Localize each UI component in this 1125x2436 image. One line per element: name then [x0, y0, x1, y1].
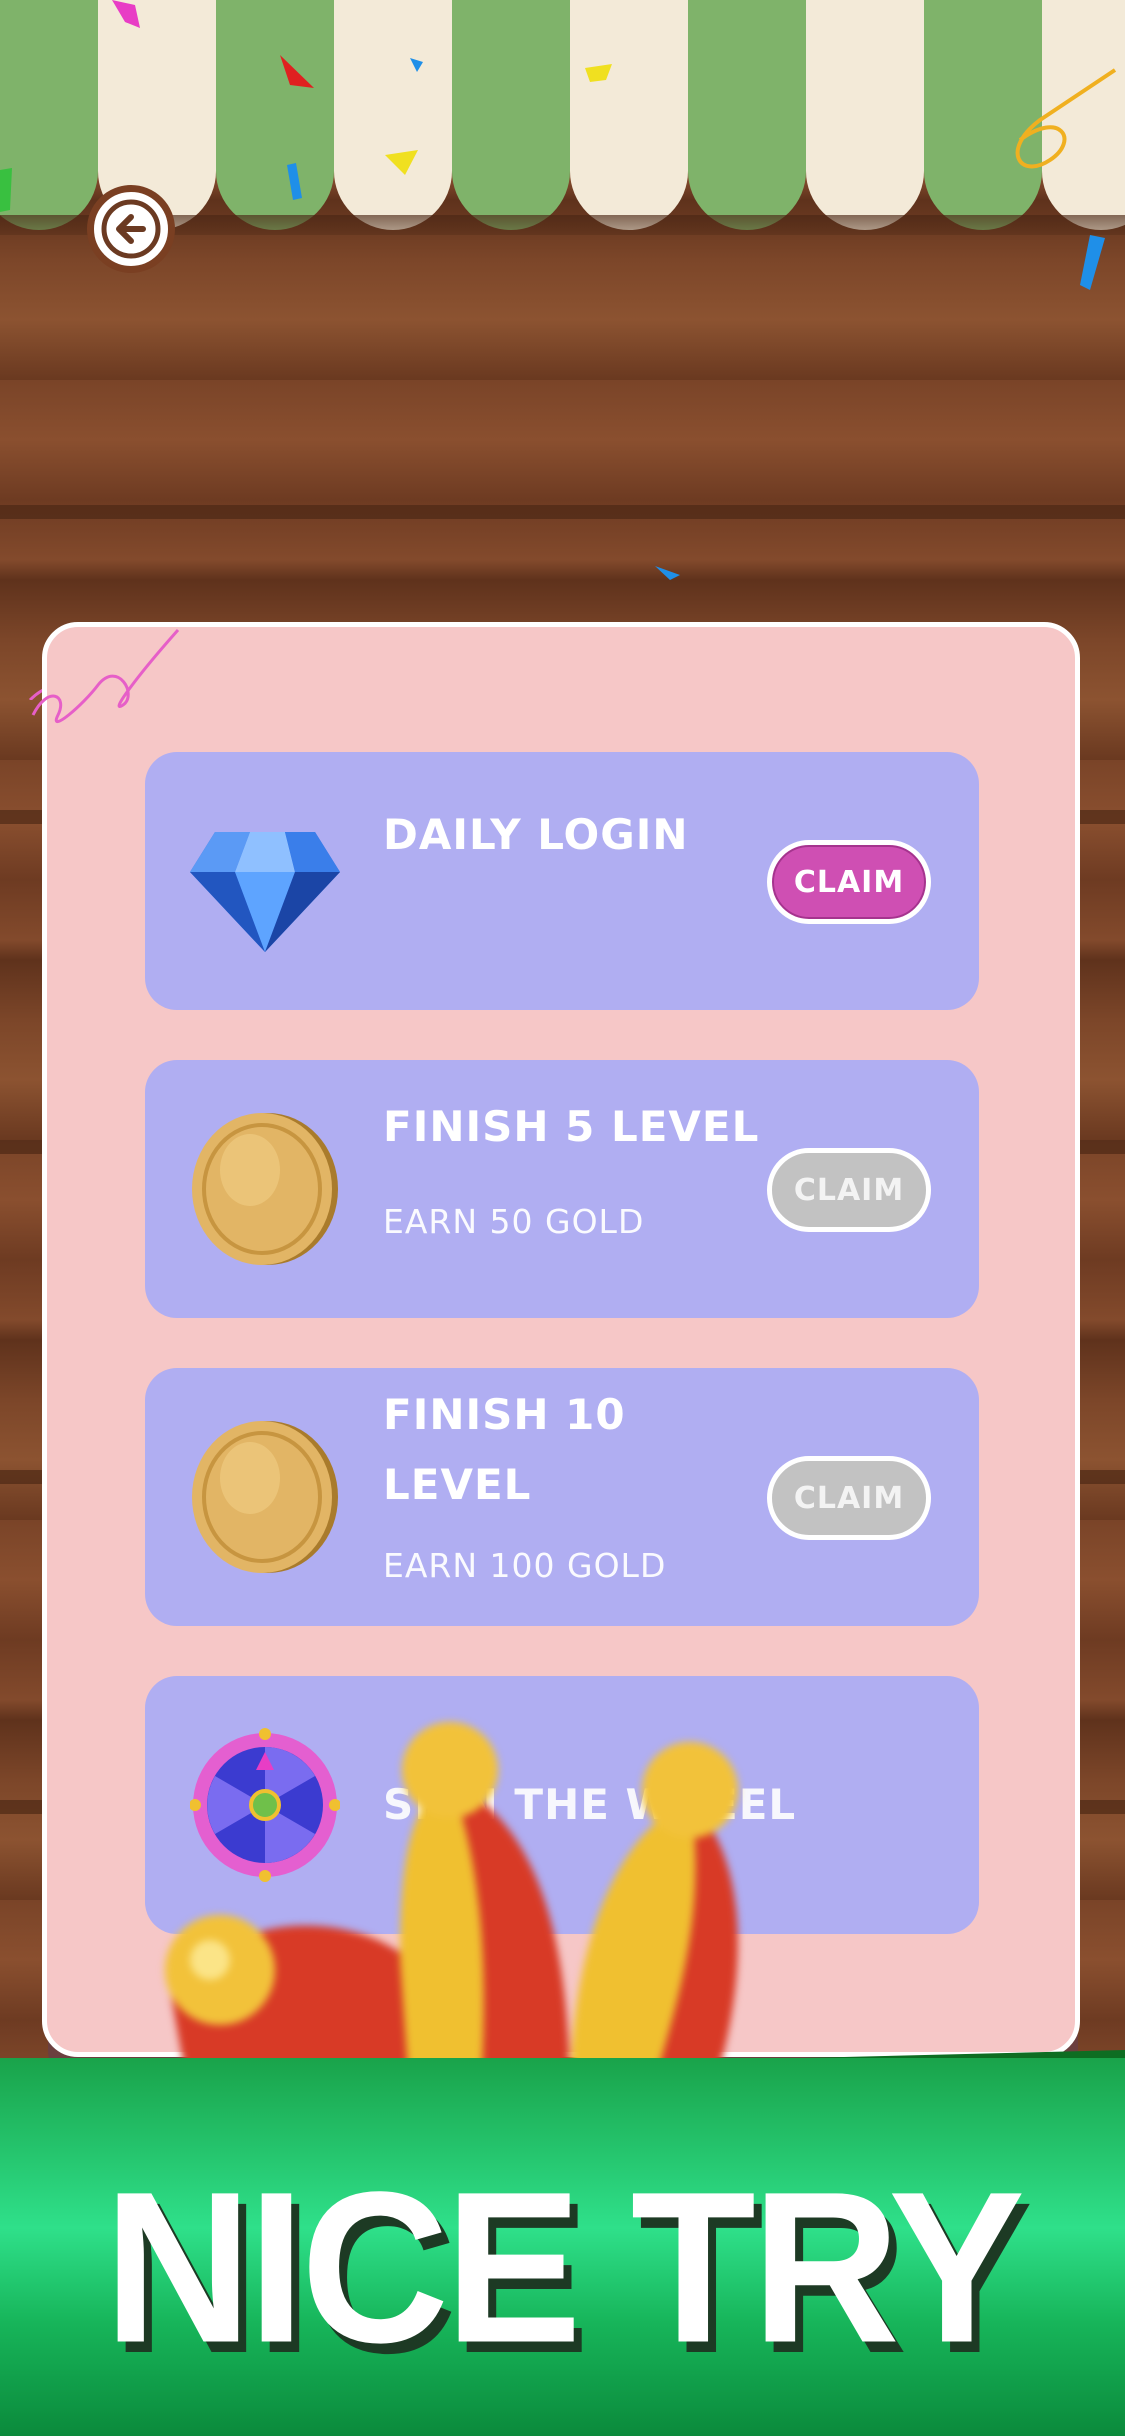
task-subtitle: EARN 100 GOLD [383, 1546, 667, 1585]
diamond-icon [190, 832, 340, 952]
task-title: DAILY LOGIN [383, 810, 689, 859]
task-card-finish-5-level: FINISH 5 LEVEL EARN 50 GOLD CLAIM [145, 1060, 979, 1318]
result-banner-text: NICE TRY [103, 2147, 1025, 2388]
task-title-line1: FINISH 10 [383, 1390, 626, 1439]
confetti-ribbon [31, 629, 180, 723]
task-card-daily-login: DAILY LOGIN CLAIM [145, 752, 979, 1010]
task-subtitle: EARN 50 GOLD [383, 1202, 645, 1241]
gold-coin-icon [192, 1421, 338, 1573]
claim-button[interactable]: CLAIM [767, 1148, 931, 1232]
gold-coin-icon [192, 1113, 338, 1265]
jester-hat-mascot [165, 1722, 738, 2100]
task-title-line2: LEVEL [383, 1460, 532, 1509]
claim-button[interactable]: CLAIM [767, 840, 931, 924]
task-card-finish-10-level: FINISH 10 LEVEL EARN 100 GOLD CLAIM [145, 1368, 979, 1626]
task-title: FINISH 5 LEVEL [383, 1102, 760, 1151]
confetti [0, 0, 1117, 700]
claim-button[interactable]: CLAIM [767, 1456, 931, 1540]
